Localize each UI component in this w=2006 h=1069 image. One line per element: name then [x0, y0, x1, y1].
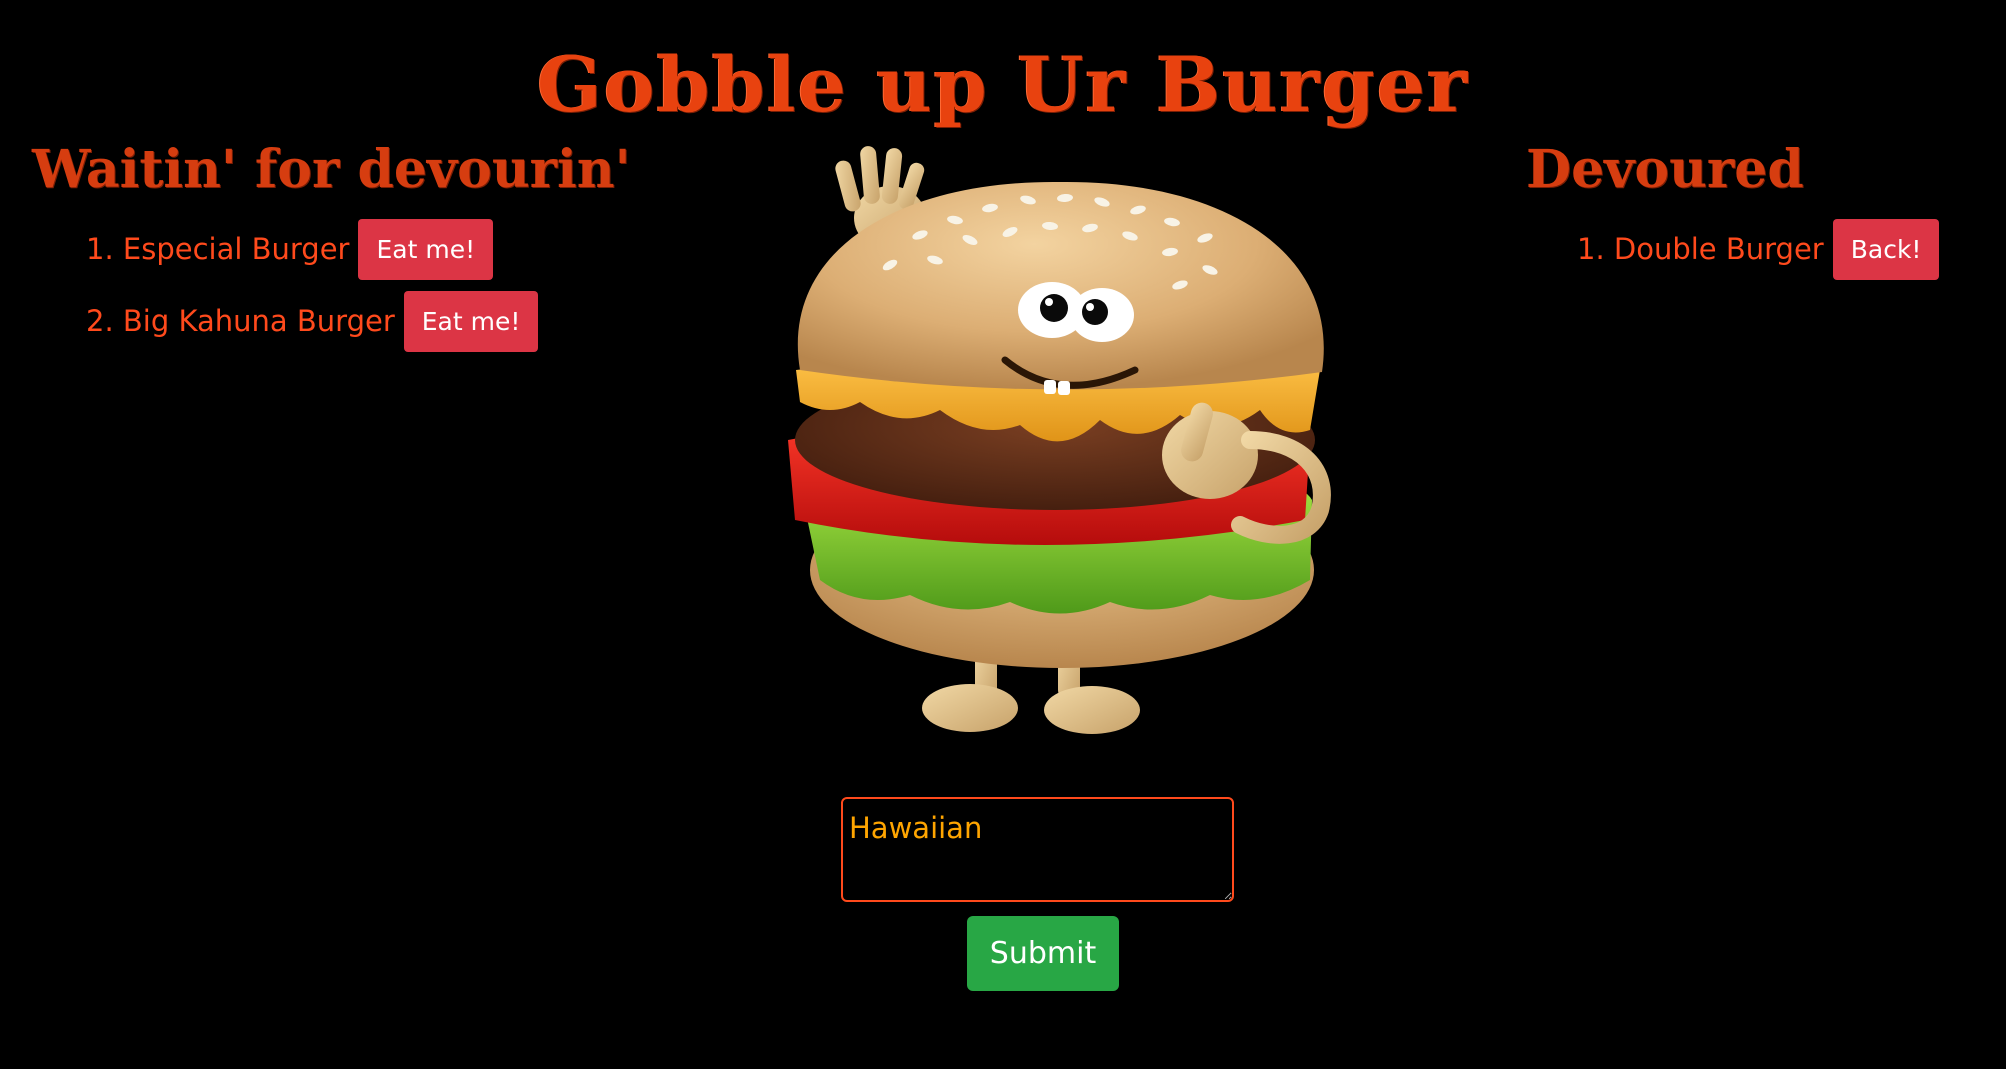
list-item: 2. Big Kahuna Burger Eat me! [86, 290, 539, 352]
page-title: Gobble up Ur Burger [536, 40, 1470, 129]
burger-name: 1. Double Burger [1577, 232, 1824, 266]
waiting-list: 1. Especial Burger Eat me! 2. Big Kahuna… [86, 218, 539, 362]
eat-me-button[interactable]: Eat me! [358, 218, 494, 280]
burger-mascot-image [788, 146, 1331, 734]
list-item: 1. Double Burger Back! [1577, 218, 1940, 280]
devoured-heading: Devoured [1526, 139, 1804, 200]
burger-name-input[interactable]: Hawaiian [841, 797, 1234, 902]
eat-me-button[interactable]: Eat me! [403, 290, 539, 352]
devoured-list: 1. Double Burger Back! [1577, 218, 1940, 290]
burger-name: 1. Especial Burger [86, 232, 350, 266]
waiting-heading: Waitin' for devourin' [32, 139, 631, 200]
submit-button[interactable]: Submit [967, 916, 1119, 991]
list-item: 1. Especial Burger Eat me! [86, 218, 538, 280]
back-button[interactable]: Back! [1832, 218, 1940, 280]
burger-name: 2. Big Kahuna Burger [86, 304, 395, 338]
